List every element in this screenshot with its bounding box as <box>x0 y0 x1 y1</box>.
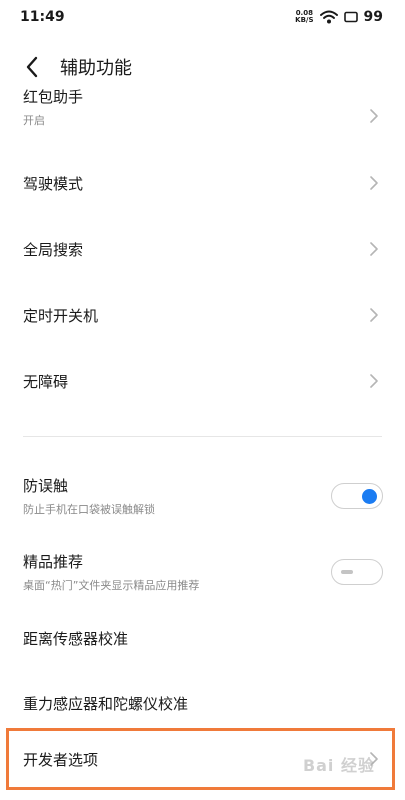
setting-sublabel: 开启 <box>23 114 45 127</box>
setting-item-developer-options[interactable]: 开发者选项 <box>0 728 405 790</box>
battery-icon <box>343 11 358 23</box>
back-button[interactable] <box>12 47 52 87</box>
setting-label: 驾驶模式 <box>23 174 84 193</box>
setting-item-accessibility[interactable]: 无障碍 <box>0 348 405 414</box>
chevron-right-icon <box>370 374 378 388</box>
setting-item-global-search[interactable]: 全局搜索 <box>0 216 405 282</box>
chevron-right-icon <box>370 176 378 190</box>
net-speed: 0.08 KB/S <box>295 10 313 24</box>
setting-label: 距离传感器校准 <box>23 629 129 648</box>
chevron-right-icon <box>370 308 378 322</box>
setting-label: 定时开关机 <box>23 306 99 325</box>
chevron-right-icon <box>370 752 378 766</box>
section-divider <box>23 436 382 437</box>
wifi-icon <box>319 10 338 24</box>
status-time: 11:49 <box>20 9 65 25</box>
setting-label: 开发者选项 <box>23 750 99 769</box>
net-speed-unit: KB/S <box>295 16 314 24</box>
chevron-right-icon <box>370 242 378 256</box>
chevron-right-icon <box>370 109 378 123</box>
status-icons: 0.08 KB/S 99 <box>295 9 383 25</box>
battery-level: 99 <box>363 9 383 25</box>
header: 辅助功能 <box>0 44 405 90</box>
setting-item-featured-recommend[interactable]: 精品推荐 桌面“热门”文件夹显示精品应用推荐 <box>0 538 405 606</box>
setting-item-scheduled-power[interactable]: 定时开关机 <box>0 282 405 348</box>
setting-item-gravity-gyro-calibration[interactable]: 重力感应器和陀螺仪校准 <box>0 670 405 736</box>
setting-item-proximity-calibration[interactable]: 距离传感器校准 <box>0 606 405 670</box>
setting-label: 无障碍 <box>23 372 69 391</box>
toggle-knob <box>362 488 377 504</box>
page-title: 辅助功能 <box>60 58 132 79</box>
setting-label: 全局搜索 <box>23 240 84 259</box>
setting-item-red-packet-assistant[interactable]: 红包助手 开启 <box>0 88 405 146</box>
chevron-left-icon <box>26 56 38 78</box>
setting-label: 重力感应器和陀螺仪校准 <box>23 694 189 713</box>
featured-recommend-toggle[interactable] <box>331 559 383 585</box>
anti-mistouch-toggle[interactable] <box>331 483 383 509</box>
setting-item-anti-mistouch[interactable]: 防误触 防止手机在口袋被误触解锁 <box>0 462 405 530</box>
toggle-knob <box>341 570 353 574</box>
status-bar: 11:49 0.08 KB/S 99 <box>0 0 405 34</box>
setting-label: 红包助手 <box>23 88 84 106</box>
setting-item-driving-mode[interactable]: 驾驶模式 <box>0 150 405 216</box>
